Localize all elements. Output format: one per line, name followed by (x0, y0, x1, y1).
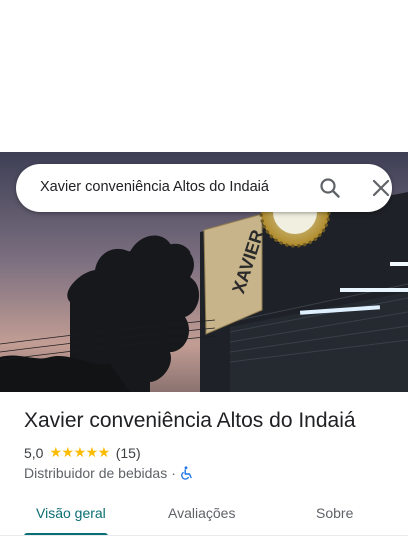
place-title: Xavier conveniência Altos do Indaiá (24, 409, 356, 432)
place-category[interactable]: Distribuidor de bebidas (24, 465, 167, 481)
close-icon[interactable] (369, 176, 393, 200)
rating-row[interactable]: 5,0 ★★★★★ (15) (24, 444, 141, 461)
rating-value: 5,0 (24, 444, 44, 461)
search-input[interactable]: Xavier conveniência Altos do Indaiá (40, 179, 302, 195)
wheelchair-accessible-icon (181, 466, 192, 480)
tab-bar: Visão geral Avaliações Sobre (0, 492, 408, 536)
tab-reviews[interactable]: Avaliações (168, 505, 235, 521)
search-icon[interactable] (318, 176, 342, 200)
search-bar[interactable]: Xavier conveniência Altos do Indaiá (16, 164, 392, 212)
tab-about[interactable]: Sobre (316, 505, 353, 521)
separator: · (171, 465, 176, 481)
category-row: Distribuidor de bebidas · (24, 465, 194, 481)
tabs-divider (0, 535, 408, 536)
star-rating-icon: ★★★★★ (49, 444, 110, 460)
tab-overview[interactable]: Visão geral (36, 505, 106, 521)
review-count[interactable]: (15) (116, 445, 141, 461)
